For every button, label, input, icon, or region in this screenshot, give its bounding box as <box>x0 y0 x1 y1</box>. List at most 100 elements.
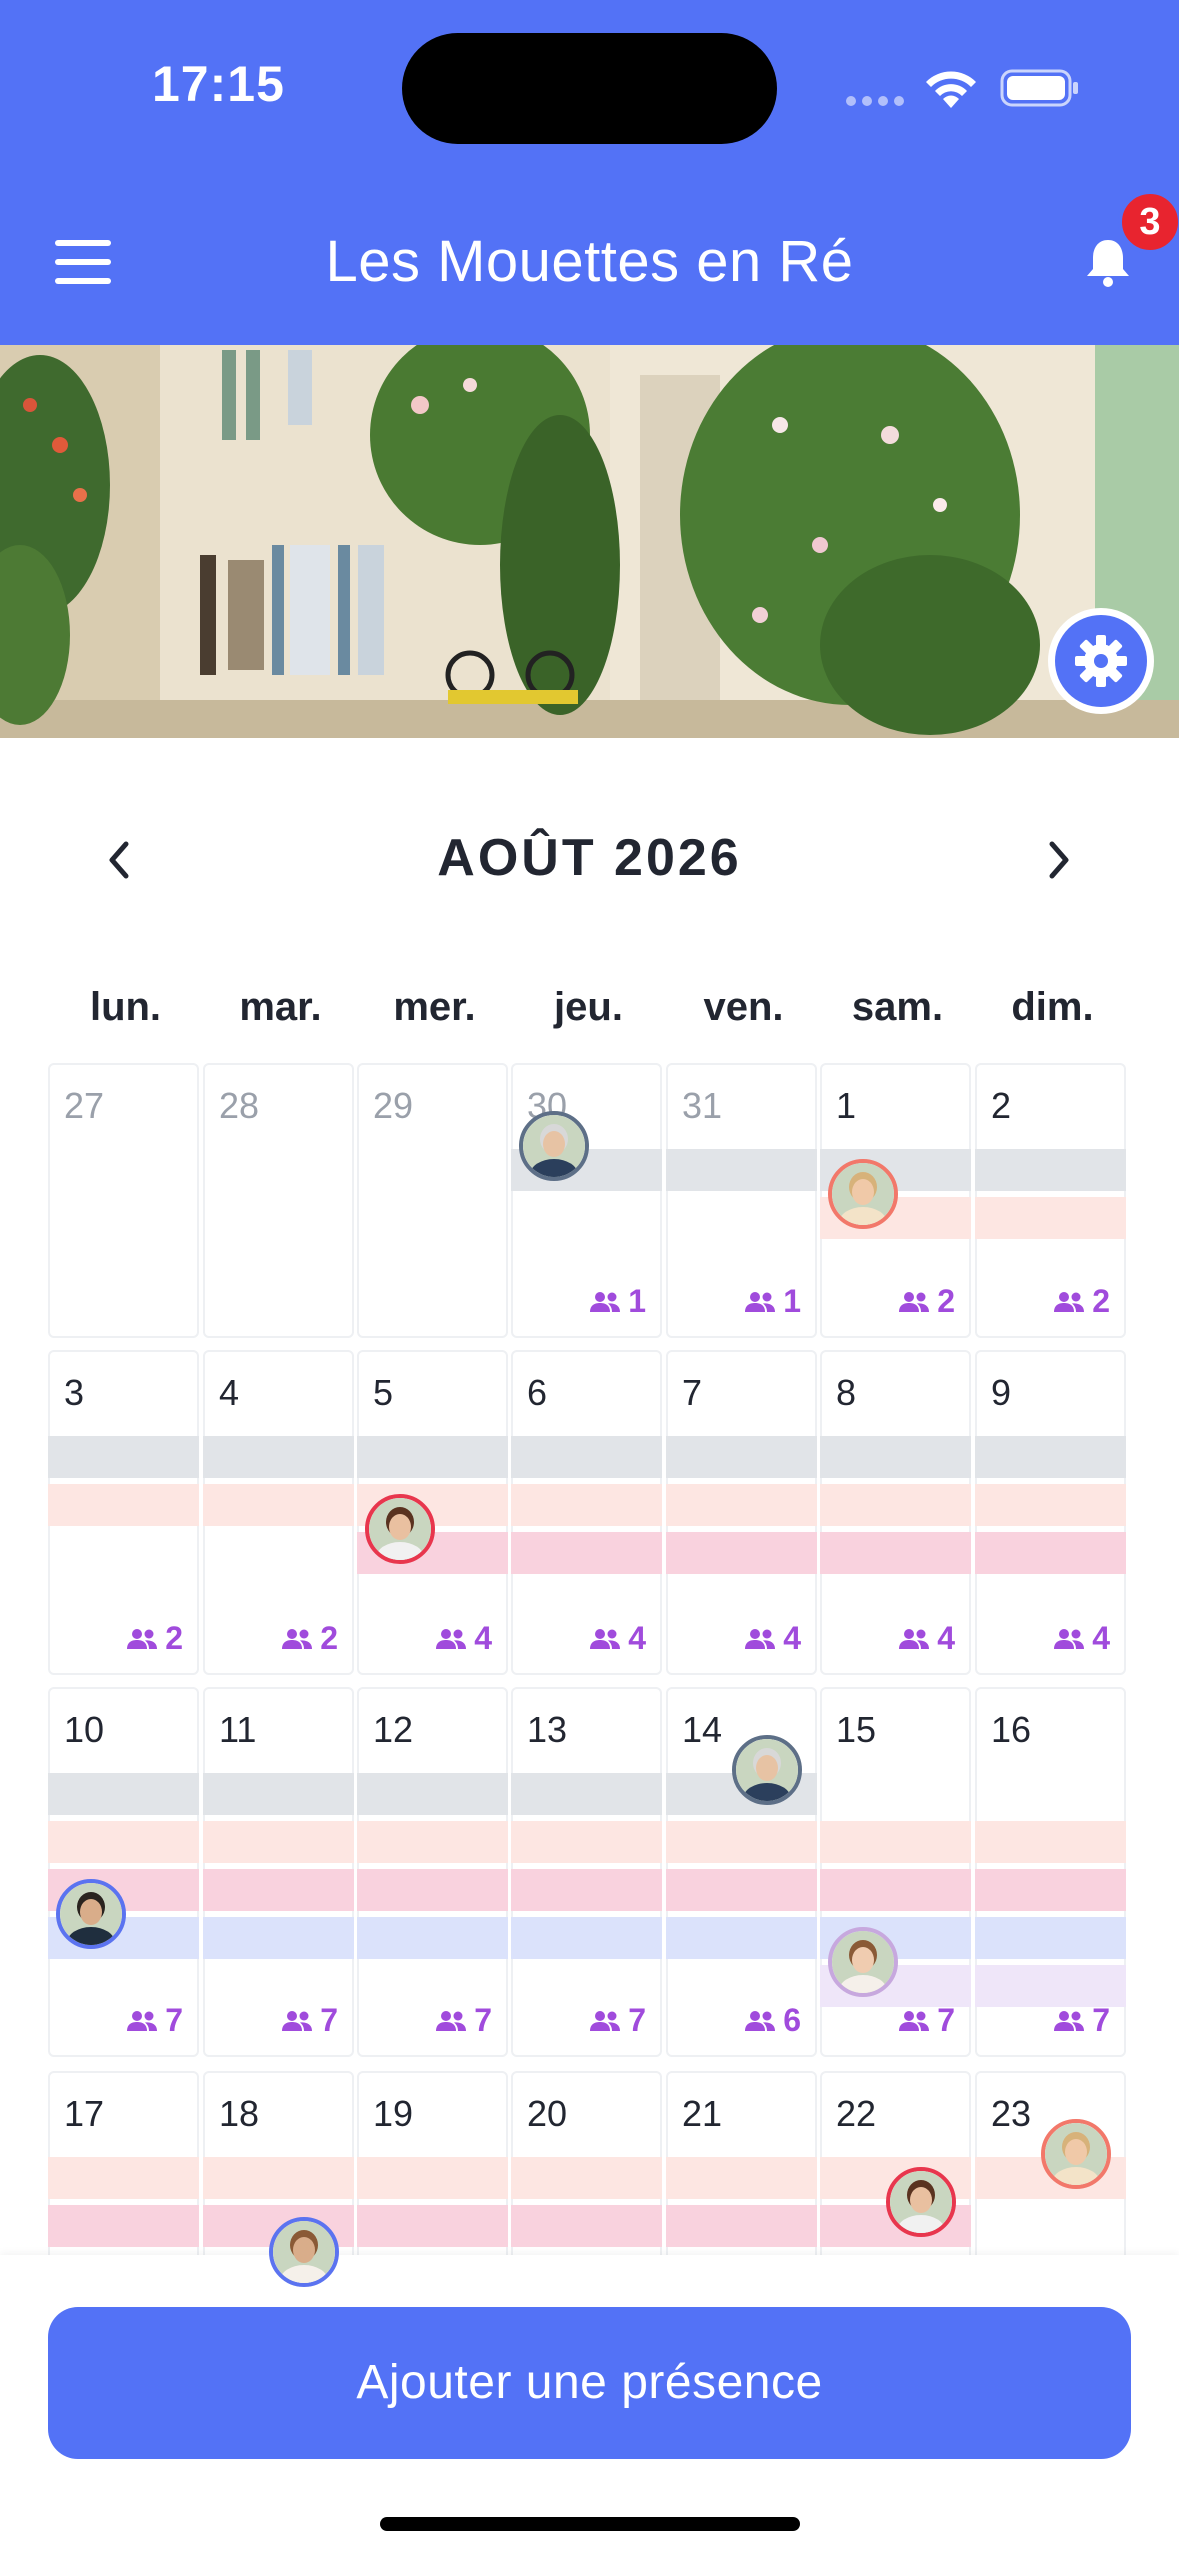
stay-bar[interactable] <box>975 1821 1126 1863</box>
day-number: 6 <box>527 1372 548 1413</box>
stay-bar[interactable] <box>511 2157 662 2199</box>
weekday-header: mar. <box>239 985 322 1029</box>
stay-bar[interactable] <box>820 1869 971 1911</box>
stay-bar[interactable] <box>666 1917 817 1959</box>
day-number: 15 <box>836 1709 877 1750</box>
stay-bar[interactable] <box>203 1821 354 1863</box>
stay-bar[interactable] <box>666 2157 817 2199</box>
presence-count-value: 7 <box>1092 2002 1110 2038</box>
stay-bar[interactable] <box>666 1532 817 1574</box>
guest-avatar[interactable] <box>886 2167 956 2237</box>
day-number: 9 <box>991 1372 1012 1413</box>
calendar-day-cell[interactable]: 27 <box>48 1063 199 1338</box>
people-icon <box>436 1628 467 1649</box>
stay-bar[interactable] <box>975 1532 1126 1574</box>
cellular-signal-icon <box>846 96 904 110</box>
guest-avatar[interactable] <box>732 1735 802 1805</box>
stay-bar[interactable] <box>975 1869 1126 1911</box>
day-number: 10 <box>64 1709 105 1750</box>
day-number: 17 <box>64 2093 105 2134</box>
stay-bar[interactable] <box>820 1436 971 1478</box>
guest-avatar[interactable] <box>365 1494 435 1564</box>
app-header: 17:15 Les Mouettes en Ré 3 <box>0 0 1179 345</box>
presence-count-value: 1 <box>628 1283 646 1319</box>
stay-bar[interactable] <box>357 2205 508 2247</box>
presence-count-value: 4 <box>937 1620 955 1656</box>
stay-bar[interactable] <box>511 1821 662 1863</box>
stay-bar[interactable] <box>48 2205 199 2247</box>
stay-bar[interactable] <box>203 1484 354 1526</box>
people-icon <box>282 2010 313 2031</box>
stay-bar[interactable] <box>357 1869 508 1911</box>
guest-avatar[interactable] <box>519 1111 589 1181</box>
stay-bar[interactable] <box>820 1532 971 1574</box>
stay-bar[interactable] <box>357 1436 508 1478</box>
people-icon <box>436 2010 467 2031</box>
stay-bar[interactable] <box>666 1821 817 1863</box>
guest-avatar[interactable] <box>828 1159 898 1229</box>
day-number: 5 <box>373 1372 394 1413</box>
presence-count: 7 <box>897 2002 955 2039</box>
weekday-header: mer. <box>393 985 476 1029</box>
day-number: 23 <box>991 2093 1032 2134</box>
stay-bar[interactable] <box>511 1917 662 1959</box>
stay-bar[interactable] <box>203 1436 354 1478</box>
calendar-day-cell[interactable]: 28 <box>203 1063 354 1338</box>
stay-bar[interactable] <box>820 1821 971 1863</box>
stay-bar[interactable] <box>511 1532 662 1574</box>
stay-bar[interactable] <box>511 2205 662 2247</box>
guest-avatar[interactable] <box>1041 2119 1111 2189</box>
stay-bar[interactable] <box>48 1821 199 1863</box>
presence-count: 7 <box>434 2002 492 2039</box>
home-indicator <box>380 2517 800 2531</box>
day-number: 31 <box>682 1085 723 1126</box>
stay-bar[interactable] <box>203 2157 354 2199</box>
stay-bar[interactable] <box>666 1436 817 1478</box>
people-icon <box>745 1628 776 1649</box>
stay-bar[interactable] <box>203 1917 354 1959</box>
calendar-day-cell[interactable]: 30 1 <box>511 1063 662 1338</box>
stay-bar[interactable] <box>357 2157 508 2199</box>
stay-bar[interactable] <box>511 1484 662 1526</box>
stay-bar[interactable] <box>975 1965 1126 2007</box>
day-number: 7 <box>682 1372 703 1413</box>
stay-bar[interactable] <box>511 1436 662 1478</box>
stay-bar[interactable] <box>203 1869 354 1911</box>
stay-bar[interactable] <box>48 1773 199 1815</box>
stay-bar[interactable] <box>48 1436 199 1478</box>
battery-icon <box>1000 69 1078 107</box>
stay-bar[interactable] <box>357 1917 508 1959</box>
calendar-day-cell[interactable]: 31 1 <box>666 1063 817 1338</box>
stay-bar[interactable] <box>203 1773 354 1815</box>
stay-bar[interactable] <box>48 1484 199 1526</box>
stay-bar[interactable] <box>975 1197 1126 1239</box>
people-icon <box>745 1291 776 1312</box>
guest-avatar[interactable] <box>828 1927 898 1997</box>
stay-bar[interactable] <box>820 1484 971 1526</box>
stay-bar[interactable] <box>666 2205 817 2247</box>
stay-bar[interactable] <box>357 1773 508 1815</box>
calendar-day-cell[interactable]: 29 <box>357 1063 508 1338</box>
guest-avatar[interactable] <box>269 2217 339 2287</box>
stay-bar[interactable] <box>975 1484 1126 1526</box>
guest-avatar[interactable] <box>56 1879 126 1949</box>
people-icon <box>899 1291 930 1312</box>
settings-button[interactable] <box>1048 608 1154 714</box>
dynamic-island <box>402 33 777 144</box>
stay-bar[interactable] <box>511 1773 662 1815</box>
day-number: 29 <box>373 1085 414 1126</box>
stay-bar[interactable] <box>511 1869 662 1911</box>
cover-photo <box>0 345 1179 738</box>
weekday-header: jeu. <box>554 985 623 1029</box>
stay-bar[interactable] <box>975 1149 1126 1191</box>
stay-bar[interactable] <box>666 1484 817 1526</box>
add-presence-button[interactable]: Ajouter une présence <box>48 2307 1131 2459</box>
day-number: 20 <box>527 2093 568 2134</box>
stay-bar[interactable] <box>975 1436 1126 1478</box>
stay-bar[interactable] <box>357 1821 508 1863</box>
stay-bar[interactable] <box>48 2157 199 2199</box>
next-month-chevron-icon[interactable] <box>1030 832 1086 888</box>
stay-bar[interactable] <box>666 1869 817 1911</box>
stay-bar[interactable] <box>975 1917 1126 1959</box>
stay-bar[interactable] <box>666 1149 817 1191</box>
